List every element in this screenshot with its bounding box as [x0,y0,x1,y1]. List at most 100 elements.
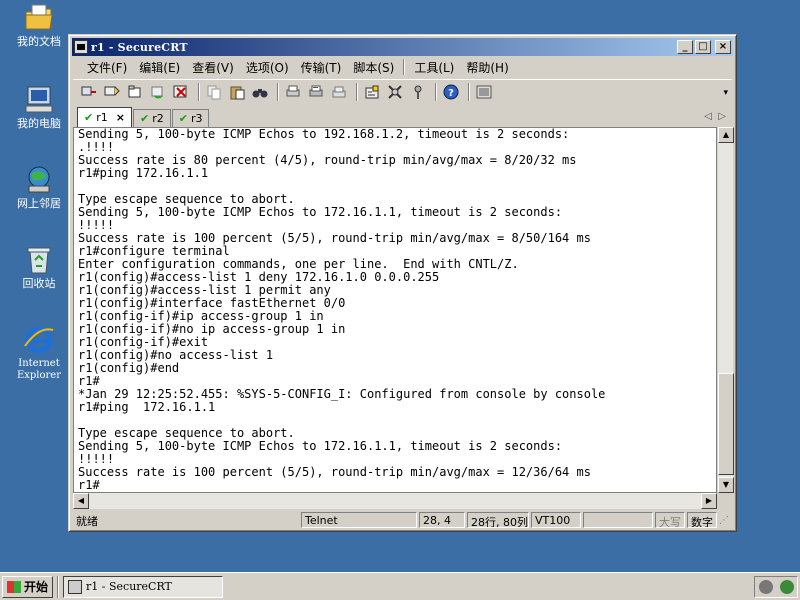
maximize-button[interactable]: □ [695,40,711,54]
connected-check-icon: ✔ [178,112,188,125]
tab-label: r3 [190,112,203,125]
menu-bar: 文件(F) 编辑(E) 查看(V) 选项(O) 传输(T) 脚本(S) 工具(L… [73,57,732,77]
menu-help[interactable]: 帮助(H) [460,57,514,78]
terminal-output[interactable]: Sending 5, 100-byte ICMP Echos to 192.16… [73,127,717,493]
svg-text:?: ? [448,88,454,99]
vertical-scrollbar[interactable]: ▲ ▼ [717,127,734,493]
global-options-icon[interactable] [385,82,405,102]
desktop-icon-network[interactable]: 网上邻居 [3,164,75,210]
menu-script[interactable]: 脚本(S) [347,57,400,78]
status-cursor: 28, 4 [419,512,465,528]
desktop-icon-label: 网上邻居 [17,197,61,210]
desktop-icon-internet-explorer[interactable]: Internet Explorer [3,324,75,382]
scroll-up-icon[interactable]: ▲ [718,127,734,143]
menu-view[interactable]: 查看(V) [186,57,240,78]
terminal-line: r1#ping 172.16.1.1 [78,166,209,180]
help-icon[interactable]: ? [441,82,461,102]
desktop-icon-my-documents[interactable]: 我的文档 [3,2,75,48]
desktop-icon-label: 我的电脑 [17,117,61,130]
windows-logo-icon [7,580,21,593]
print-icon[interactable] [283,82,303,102]
menu-edit[interactable]: 编辑(E) [133,57,186,78]
tray-shield-icon[interactable] [758,579,773,594]
system-tray [754,575,798,598]
tab-r1[interactable]: ✔ r1 × [77,107,132,127]
taskbar: 开始 r1 - SecureCRT [0,572,800,600]
session-tabs: ✔ r1 × ✔ r2 ✔ r3 ◁ ▷ [73,107,732,127]
start-button[interactable]: 开始 [2,575,54,598]
tab-r2[interactable]: ✔ r2 [132,109,171,127]
taskbar-item-label: r1 - SecureCRT [86,580,172,593]
sftp-icon[interactable] [474,82,494,102]
tab-r3[interactable]: ✔ r3 [171,109,210,127]
desktop-icon-my-computer[interactable]: 我的电脑 [3,84,75,130]
connect-icon[interactable] [79,82,99,102]
securecrt-app-icon[interactable] [74,40,88,54]
toolbar-separator [277,82,279,101]
minimize-button[interactable]: _ [677,40,693,54]
scroll-thumb[interactable] [718,373,734,475]
menu-separator [403,59,406,75]
toolbar-overflow-icon[interactable]: ▾ [723,88,728,98]
recycle-bin-icon [27,247,51,274]
scroll-left-icon[interactable]: ◀ [73,493,89,509]
title-bar[interactable]: r1 - SecureCRT _ □ × [72,38,733,56]
status-num: 数字 [687,512,717,528]
tab-close-icon[interactable]: × [116,111,125,124]
paste-icon[interactable] [227,82,247,102]
menu-file[interactable]: 文件(F) [81,57,133,78]
keymap-icon[interactable] [408,82,428,102]
reconnect-icon[interactable] [148,82,168,102]
start-label: 开始 [24,580,49,594]
status-bar: 就绪 Telnet 28, 4 28行, 80列 VT100 大写 数字 ⋰ [73,511,732,529]
network-icon [28,166,50,193]
resize-grip-icon[interactable]: ⋰ [719,515,729,526]
taskbar-separator [57,575,60,598]
terminal-line: Success rate is 100 percent (5/5), round… [78,465,591,479]
taskbar-item-securecrt[interactable]: r1 - SecureCRT [63,575,224,598]
tab-scroll-arrows[interactable]: ◁ ▷ [704,111,726,122]
menu-tools[interactable]: 工具(L) [408,57,460,78]
connected-check-icon: ✔ [139,112,150,125]
toolbar: ? ▾ [73,79,732,103]
copy-icon[interactable] [204,82,224,102]
securecrt-window: r1 - SecureCRT _ □ × 文件(F) 编辑(E) 查看(V) 选… [68,34,737,532]
scroll-right-icon[interactable]: ▶ [701,493,717,509]
my-computer-icon [25,86,53,113]
internet-explorer-icon [24,326,54,354]
terminal-line: r1#ping 172.16.1.1 [78,400,216,414]
menu-options[interactable]: 选项(O) [240,57,295,78]
terminal-line: Sending 5, 100-byte ICMP Echos to 172.16… [78,439,563,453]
tab-label: r1 [96,111,108,124]
toolbar-separator [468,82,470,101]
tab-label: r2 [152,112,164,125]
tray-network-icon[interactable] [779,579,794,594]
close-button[interactable]: × [715,40,731,54]
session-options-icon[interactable] [362,82,382,102]
desktop-icon-label: Internet Explorer [16,358,62,381]
connect-tab-icon[interactable] [125,82,145,102]
status-size: 28行, 80列 [467,512,529,528]
toolbar-separator [435,82,437,101]
toolbar-separator [198,82,200,101]
scroll-down-icon[interactable]: ▼ [718,477,734,493]
desktop-icon-label: 我的文档 [17,35,61,48]
terminal-line: Sending 5, 100-byte ICMP Echos to 192.16… [78,127,570,141]
terminal-line: r1(config)#end [78,361,180,375]
status-caps: 大写 [655,512,685,528]
terminal-line: r1# [78,478,100,492]
status-blank [583,512,653,528]
terminal-lines: Sending 5, 100-byte ICMP Echos to 192.16… [74,128,716,492]
menu-transfer[interactable]: 传输(T) [295,57,348,78]
toolbar-separator [356,82,358,101]
quick-connect-icon[interactable] [102,82,122,102]
print-setup-icon[interactable] [329,82,349,102]
terminal-line: Sending 5, 100-byte ICMP Echos to 172.16… [78,205,563,219]
find-icon[interactable] [250,82,270,102]
disconnect-icon[interactable] [171,82,191,102]
horizontal-scrollbar[interactable]: ◀ ▶ [73,493,717,509]
print-selection-icon[interactable] [306,82,326,102]
desktop-icon-recycle-bin[interactable]: 回收站 [3,244,75,290]
status-ready: 就绪 [76,515,98,528]
desktop-icon-label: 回收站 [22,277,56,290]
